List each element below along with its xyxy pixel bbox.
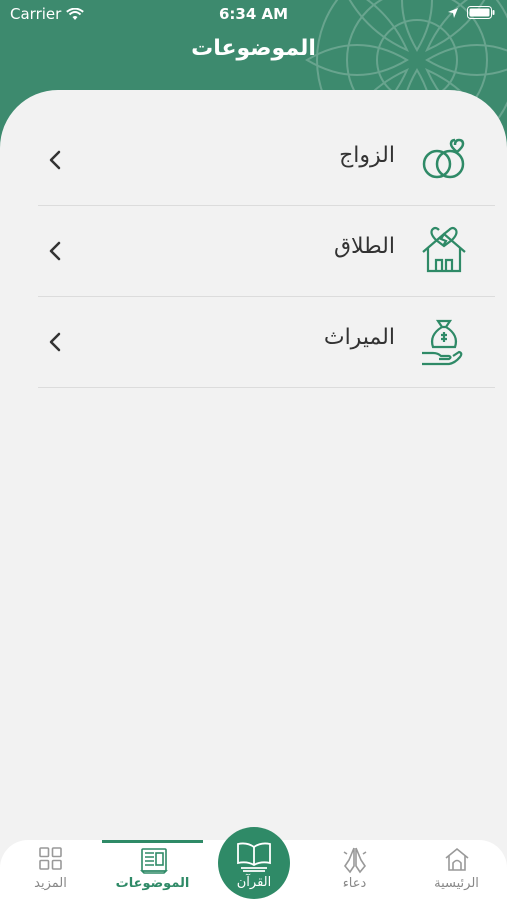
- tab-label: القرآن: [236, 875, 272, 890]
- status-right: [447, 6, 495, 19]
- book-list-icon: [140, 848, 168, 874]
- tab-quran-button[interactable]: القرآن: [218, 827, 290, 899]
- tab-home[interactable]: الرئيسية: [406, 840, 507, 900]
- grid-icon: [39, 847, 62, 870]
- tab-more[interactable]: المزيد: [0, 840, 101, 900]
- location-arrow-icon: [448, 7, 458, 18]
- tab-label: الرئيسية: [434, 876, 479, 891]
- tab-label: دعاء: [342, 876, 367, 891]
- home-mosque-icon: [445, 847, 469, 871]
- rings-icon: [422, 138, 465, 179]
- topic-label: الزواج: [339, 143, 395, 168]
- money-bag-hand-icon: [422, 319, 463, 366]
- topic-label: الطلاق: [333, 234, 395, 259]
- topic-row-divorce[interactable]: الطلاق: [38, 206, 495, 297]
- topics-list: الزواج الطلاق الميراث: [0, 90, 507, 850]
- topic-label: الميراث: [323, 325, 395, 350]
- quran-book-icon: [237, 842, 271, 872]
- tab-label: المزيد: [34, 876, 67, 891]
- tab-topics[interactable]: الموضوعات: [102, 840, 203, 900]
- tab-label: الموضوعات: [115, 876, 190, 891]
- page-title: الموضوعات: [191, 36, 316, 61]
- topic-row-inheritance[interactable]: الميراث: [38, 297, 495, 388]
- chevron-left-icon: [49, 241, 61, 261]
- topic-row-marriage[interactable]: الزواج: [38, 115, 495, 206]
- broken-heart-house-icon: [422, 226, 466, 273]
- chevron-left-icon: [49, 150, 61, 170]
- chevron-left-icon: [49, 332, 61, 352]
- praying-hands-icon: [343, 846, 367, 874]
- tab-dua[interactable]: دعاء: [304, 840, 405, 900]
- battery-icon: [467, 6, 495, 19]
- status-time: 6:34 AM: [218, 5, 289, 23]
- status-bar: Carrier 6:34 AM: [0, 0, 507, 28]
